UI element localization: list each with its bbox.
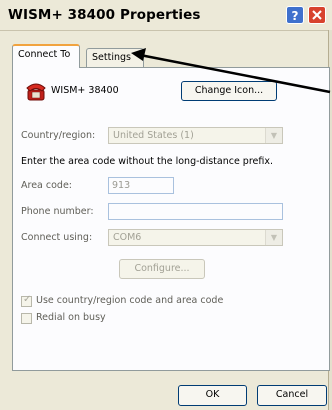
properties-dialog: WISM+ 38400 Properties ? Connect To Sett…: [0, 0, 332, 410]
tab-connect-to-label: Connect To: [18, 49, 71, 60]
tab-connect-to[interactable]: Connect To: [12, 44, 80, 68]
